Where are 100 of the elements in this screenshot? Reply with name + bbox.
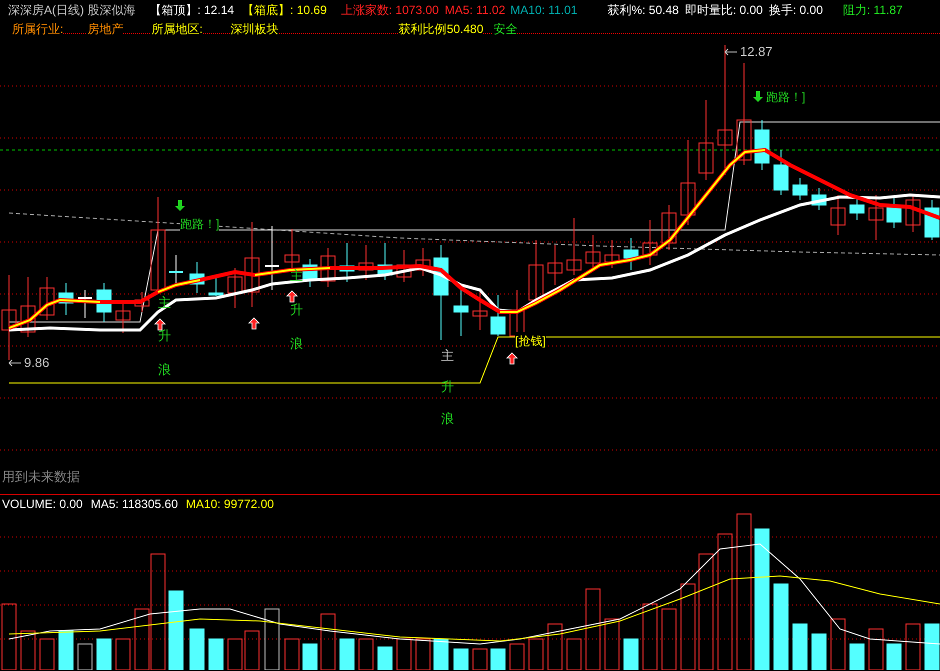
up-arrow-icon	[506, 352, 518, 365]
candlestick	[604, 240, 620, 268]
volume-bar	[812, 634, 826, 670]
candlestick	[58, 282, 74, 316]
volume-bar	[434, 638, 448, 670]
pointer-arrow-icon	[8, 358, 22, 367]
candlestick	[924, 200, 940, 240]
candlestick	[792, 178, 808, 200]
volume-bar	[358, 638, 374, 670]
candlestick	[548, 244, 562, 286]
volume-bar	[566, 638, 582, 670]
candlestick	[868, 194, 884, 240]
volume-bar	[190, 628, 204, 670]
candlestick	[624, 238, 638, 270]
volume-bar	[454, 648, 468, 670]
volume-bar	[244, 630, 260, 670]
candlestick	[754, 120, 770, 170]
candlestick	[320, 248, 336, 288]
volume-bar	[320, 614, 336, 670]
candlestick	[490, 294, 506, 336]
legend-text: 【箱顶】: 12.14	[149, 2, 234, 18]
candlestick	[96, 282, 112, 322]
candlestick	[662, 204, 676, 250]
legend-text: MA5: 118305.60	[90, 496, 178, 512]
legend-text: 换手: 0.00	[768, 2, 823, 18]
volume-bar	[264, 608, 280, 670]
candlestick	[454, 290, 468, 336]
legend-text: 深深房A(日线) 股深似海	[8, 2, 136, 18]
legend-text: MA10: 11.01	[510, 2, 578, 18]
signal-text: [抢钱]	[515, 332, 546, 350]
volume-bar	[78, 644, 92, 670]
candlestick	[284, 228, 300, 270]
up-arrow-icon	[154, 318, 166, 331]
volume-bar	[906, 624, 920, 670]
signal-text: 跑路！]	[766, 88, 806, 106]
volume-bar	[116, 638, 130, 670]
volume-bar	[396, 638, 412, 670]
candlestick	[812, 188, 826, 210]
volume-bar	[528, 638, 544, 670]
candlestick	[642, 220, 658, 266]
info-text: 安全	[493, 20, 518, 38]
candlestick	[906, 194, 920, 232]
volume-bar	[850, 644, 864, 670]
wave-text: 主	[441, 347, 454, 365]
candlestick	[358, 244, 374, 280]
volume-bar	[2, 604, 16, 670]
volume-bar	[20, 630, 36, 670]
volume-bar	[378, 646, 392, 670]
candlestick	[20, 276, 36, 338]
volume-bar	[302, 644, 318, 670]
volume-bar	[40, 638, 54, 670]
legend-text: MA5: 11.02	[444, 2, 506, 18]
wave-text: 浪	[158, 361, 171, 379]
legend-text: 【箱底】: 10.69	[242, 2, 327, 18]
candlestick	[265, 226, 279, 290]
wave-text: 升	[441, 378, 454, 396]
legend-text: 获利%: 50.48	[607, 2, 679, 18]
volume-bar	[642, 604, 658, 670]
candlestick	[886, 198, 902, 228]
candlestick	[40, 276, 54, 320]
volume-bar	[604, 618, 620, 670]
volume-bar	[548, 624, 562, 670]
signal-text: 跑路！]	[180, 215, 220, 233]
wave-text: 主	[158, 294, 171, 312]
candlestick	[302, 258, 318, 288]
info-text: 房地产	[87, 20, 124, 38]
candlestick	[396, 250, 412, 282]
legend-text: 上涨家数: 1073.00	[340, 2, 439, 18]
candlestick	[566, 218, 582, 276]
legend-text: 即时量比: 0.00	[684, 2, 763, 18]
candlestick	[78, 290, 92, 318]
volume-bar	[792, 624, 808, 670]
volume-bar	[284, 638, 300, 670]
volume-bar	[924, 624, 940, 670]
volume-bar	[490, 648, 506, 670]
candlestick	[774, 150, 788, 196]
volume-bar	[228, 638, 242, 670]
candlestick	[340, 242, 354, 282]
legend-text: MA10: 99772.00	[186, 496, 274, 512]
pointer-arrow-icon	[724, 48, 738, 56]
volume-bar	[886, 644, 902, 670]
up-arrow-icon	[248, 317, 260, 330]
up-arrow-icon	[286, 290, 298, 303]
volume-bar	[340, 638, 354, 670]
wave-text: 浪	[441, 410, 454, 428]
candlestick	[830, 194, 846, 236]
volume-bar	[662, 608, 676, 670]
candlestick	[378, 242, 392, 280]
volume-bar	[510, 644, 524, 670]
price-label: 9.86	[24, 354, 50, 372]
wave-text: 浪	[290, 335, 303, 353]
legend-text: VOLUME: 0.00	[2, 496, 83, 512]
down-arrow-icon	[174, 199, 186, 212]
candlestick	[472, 290, 488, 330]
volume-bar	[830, 618, 846, 670]
candlestick	[228, 268, 242, 308]
wave-text: 升	[290, 301, 303, 319]
legend-text: 阻力: 11.87	[842, 2, 903, 18]
volume-bar	[868, 628, 884, 670]
volume-bar	[624, 638, 638, 670]
